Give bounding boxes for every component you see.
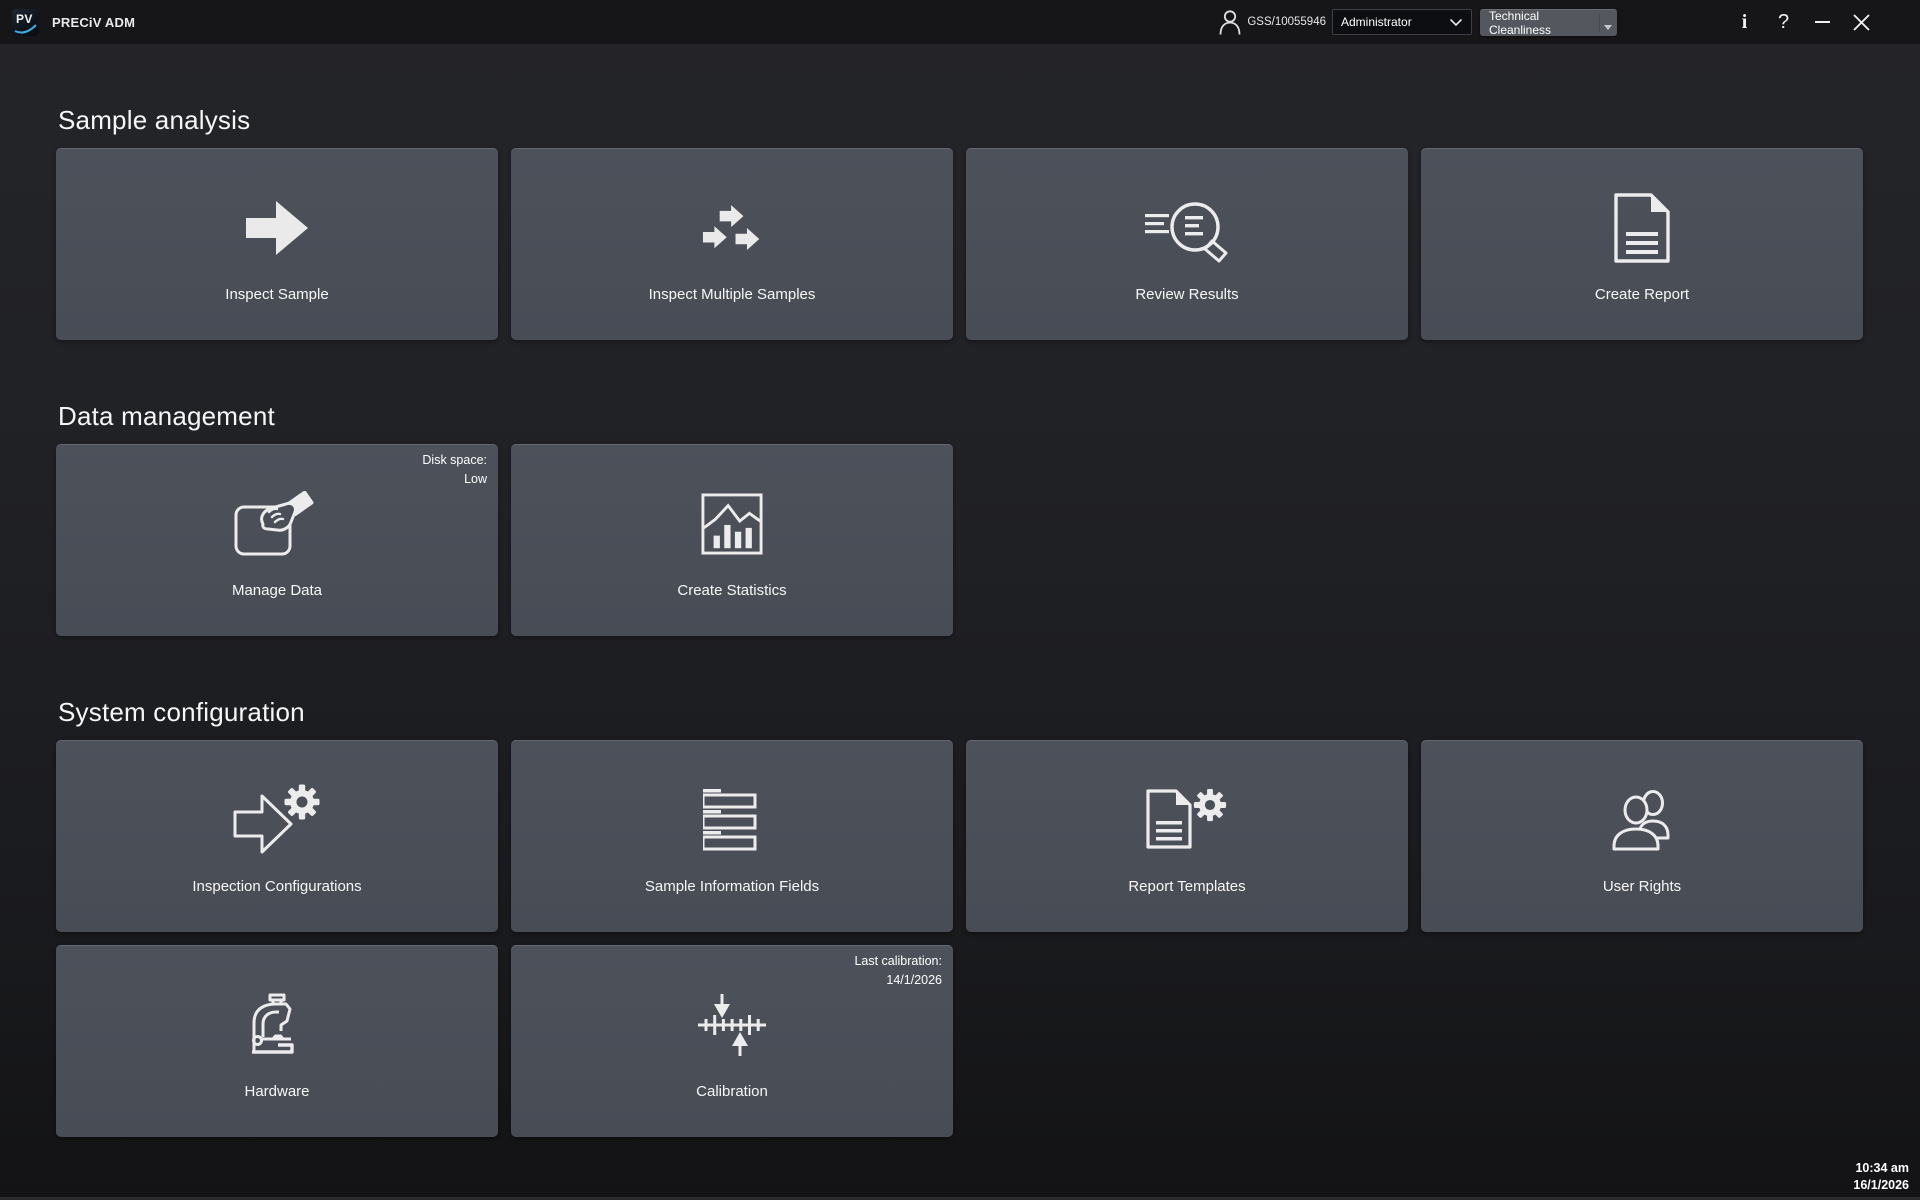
tile-create-report[interactable]: Create Report	[1421, 148, 1863, 340]
tile-report-templates[interactable]: Report Templates	[966, 740, 1408, 932]
tile-label: User Rights	[1421, 878, 1863, 895]
status-clock: 10:34 am 16/1/2026	[1853, 1160, 1909, 1194]
section-title-data-management: Data management	[58, 401, 1864, 431]
mode-dropdown-value: Technical Cleanliness	[1489, 9, 1597, 37]
close-button[interactable]	[1853, 0, 1870, 44]
section-title-sample-analysis: Sample analysis	[58, 105, 1864, 135]
tile-user-rights[interactable]: User Rights	[1421, 740, 1863, 932]
help-button[interactable]: ?	[1775, 0, 1792, 44]
user-icon	[1219, 9, 1241, 35]
tile-label: Hardware	[56, 1083, 498, 1100]
dropdown-arrow-icon	[1604, 25, 1612, 30]
tile-hardware[interactable]: Hardware	[56, 945, 498, 1137]
chevron-down-icon	[1449, 18, 1463, 27]
info-button[interactable]: i	[1736, 0, 1753, 44]
form-fields-icon	[511, 740, 953, 900]
arrow-gear-icon	[56, 740, 498, 900]
logo-swoosh-icon	[14, 24, 37, 34]
tile-label: Calibration	[511, 1083, 953, 1100]
close-icon	[1853, 14, 1870, 31]
tile-label: Inspection Configurations	[56, 878, 498, 895]
app-logo: PV	[12, 9, 39, 36]
role-dropdown-value: Administrator	[1341, 15, 1412, 29]
title-bar: PV PRECiV ADM GSS/10055946 Administrator…	[0, 0, 1920, 44]
users-icon	[1421, 740, 1863, 900]
tile-calibration[interactable]: Last calibration: 14/1/2026	[511, 945, 953, 1137]
search-results-icon	[966, 148, 1408, 308]
tile-manage-data[interactable]: Disk space: Low Manage Data	[56, 444, 498, 636]
tile-inspect-sample[interactable]: Inspect Sample	[56, 148, 498, 340]
document-gear-icon	[966, 740, 1408, 900]
titlebar-right-group: GSS/10055946 Administrator Technical Cle…	[1219, 0, 1920, 44]
info-icon: i	[1742, 11, 1748, 34]
arrow-right-icon	[56, 148, 498, 308]
user-id-label: GSS/10055946	[1247, 16, 1326, 28]
microscope-icon	[56, 945, 498, 1105]
report-document-icon	[1421, 148, 1863, 308]
mode-dropdown[interactable]: Technical Cleanliness	[1480, 9, 1617, 36]
tile-label: Sample Information Fields	[511, 878, 953, 895]
minimize-icon	[1815, 21, 1830, 23]
tile-sample-information-fields[interactable]: Sample Information Fields	[511, 740, 953, 932]
tile-label: Manage Data	[56, 582, 498, 599]
status-time: 10:34 am	[1853, 1160, 1909, 1177]
hand-insert-data-icon	[56, 444, 498, 604]
app-title: PRECiV ADM	[52, 15, 135, 30]
tile-label: Report Templates	[966, 878, 1408, 895]
role-dropdown[interactable]: Administrator	[1332, 9, 1472, 35]
data-management-grid: Disk space: Low Manage Data	[56, 444, 1864, 636]
tile-label: Inspect Multiple Samples	[511, 286, 953, 303]
tile-review-results[interactable]: Review Results	[966, 148, 1408, 340]
status-date: 16/1/2026	[1853, 1177, 1909, 1194]
calibration-scale-icon	[511, 945, 953, 1105]
statistics-chart-icon	[511, 444, 953, 604]
mode-dropdown-divider	[1599, 14, 1600, 32]
help-icon: ?	[1778, 11, 1789, 34]
tile-create-statistics[interactable]: Create Statistics	[511, 444, 953, 636]
tile-inspect-multiple-samples[interactable]: Inspect Multiple Samples	[511, 148, 953, 340]
sample-analysis-grid: Inspect Sample Inspect Multiple Samples	[56, 148, 1864, 340]
multi-arrows-icon	[511, 148, 953, 308]
main-content: Sample analysis Inspect Sample I	[0, 105, 1920, 1137]
section-title-system-configuration: System configuration	[58, 697, 1864, 727]
system-configuration-grid: Inspection Configurations Sample Informa…	[56, 740, 1864, 1137]
tile-label: Inspect Sample	[56, 286, 498, 303]
tile-label: Review Results	[966, 286, 1408, 303]
tile-label: Create Report	[1421, 286, 1863, 303]
minimize-button[interactable]	[1814, 0, 1831, 44]
tile-inspection-configurations[interactable]: Inspection Configurations	[56, 740, 498, 932]
tile-label: Create Statistics	[511, 582, 953, 599]
